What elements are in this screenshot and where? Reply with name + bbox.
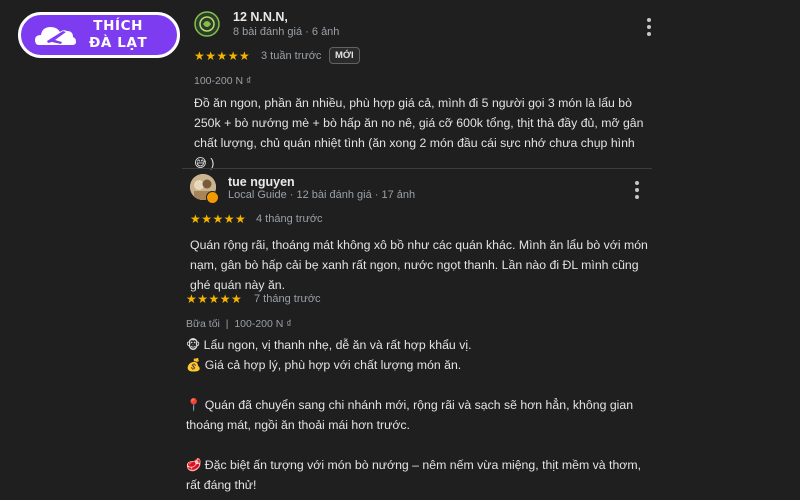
review-text-line: 😅 ) bbox=[194, 156, 215, 170]
review-text: 🐵 Lẩu ngon, vị thanh nhẹ, dễ ăn và rất h… bbox=[186, 335, 641, 495]
rating-stars: ★★★★★ bbox=[190, 212, 247, 226]
logo-text-line2: ĐÀ LẠT bbox=[89, 35, 148, 51]
review-text-line: 💰 Giá cả hợp lý, phù hợp với chất lượng … bbox=[186, 358, 462, 372]
review-time: 7 tháng trước bbox=[254, 293, 321, 305]
price-range: 100-200 N ₫ bbox=[194, 75, 252, 87]
review-text-line: 📍 Quán đã chuyển sang chi nhánh mới, rộn… bbox=[186, 398, 634, 412]
local-guide-icon bbox=[206, 191, 219, 204]
review-time: 3 tuần trước bbox=[261, 50, 322, 62]
price-range: 100-200 N ₫ bbox=[234, 318, 292, 330]
review-text-line: rất đáng thử! bbox=[186, 478, 257, 492]
review-text: Đồ ăn ngon, phần ăn nhiều, phù hợp giá c… bbox=[194, 93, 643, 173]
meal-separator: | bbox=[225, 318, 229, 330]
review-text-line: chất lượng, chủ quán nhiệt tình (ăn xong… bbox=[194, 136, 635, 150]
review-text: Quán rộng rãi, thoáng mát không xô bồ nh… bbox=[190, 235, 648, 295]
more-options-icon[interactable] bbox=[644, 18, 654, 39]
review-text-line: 🐵 Lẩu ngon, vị thanh nhẹ, dễ ăn và rất h… bbox=[186, 338, 472, 352]
review-divider bbox=[182, 168, 652, 169]
meal-type: Bữa tối bbox=[186, 318, 220, 330]
review-text-line: Quán rộng rãi, thoáng mát không xô bồ nh… bbox=[190, 238, 648, 252]
more-options-icon[interactable] bbox=[632, 181, 642, 202]
review-text-line: nạm, gân bò hấp cải bẹ xanh rất ngon, nư… bbox=[190, 258, 639, 272]
new-badge: MỚI bbox=[329, 47, 360, 64]
review-text-line: thoáng mát, ngồi ăn thoải mái hơn trước. bbox=[186, 418, 410, 432]
avatar-image-icon bbox=[194, 11, 220, 37]
thich-da-lat-logo: THÍCH ĐÀ LẠT bbox=[18, 12, 180, 58]
reviewer-avatar[interactable] bbox=[194, 11, 220, 37]
rating-stars: ★★★★★ bbox=[186, 292, 243, 306]
reviewer-meta[interactable]: 8 bài đánh giá · 6 ảnh bbox=[233, 26, 339, 38]
reviewer-meta[interactable]: Local Guide · 12 bài đánh giá · 17 ảnh bbox=[228, 189, 415, 201]
review-text-line: ghé quán này ăn. bbox=[190, 278, 286, 292]
reviewer-name[interactable]: tue nguyen bbox=[228, 175, 295, 189]
review-text-line: 250k + bò nướng mè + bò hấp ăn no nê, gi… bbox=[194, 116, 644, 130]
cloud-plane-logo-icon bbox=[35, 27, 76, 45]
reviewer-name[interactable]: 12 N.N.N, bbox=[233, 10, 288, 24]
meal-info: Bữa tối | 100-200 N ₫ bbox=[186, 318, 292, 330]
review-text-line: 🥩 Đặc biệt ấn tượng với món bò nướng – n… bbox=[186, 458, 642, 472]
review-time: 4 tháng trước bbox=[256, 213, 323, 225]
rating-stars: ★★★★★ bbox=[194, 49, 251, 63]
review-text-line: Đồ ăn ngon, phần ăn nhiều, phù hợp giá c… bbox=[194, 96, 632, 110]
logo-text-line1: THÍCH bbox=[93, 18, 144, 34]
